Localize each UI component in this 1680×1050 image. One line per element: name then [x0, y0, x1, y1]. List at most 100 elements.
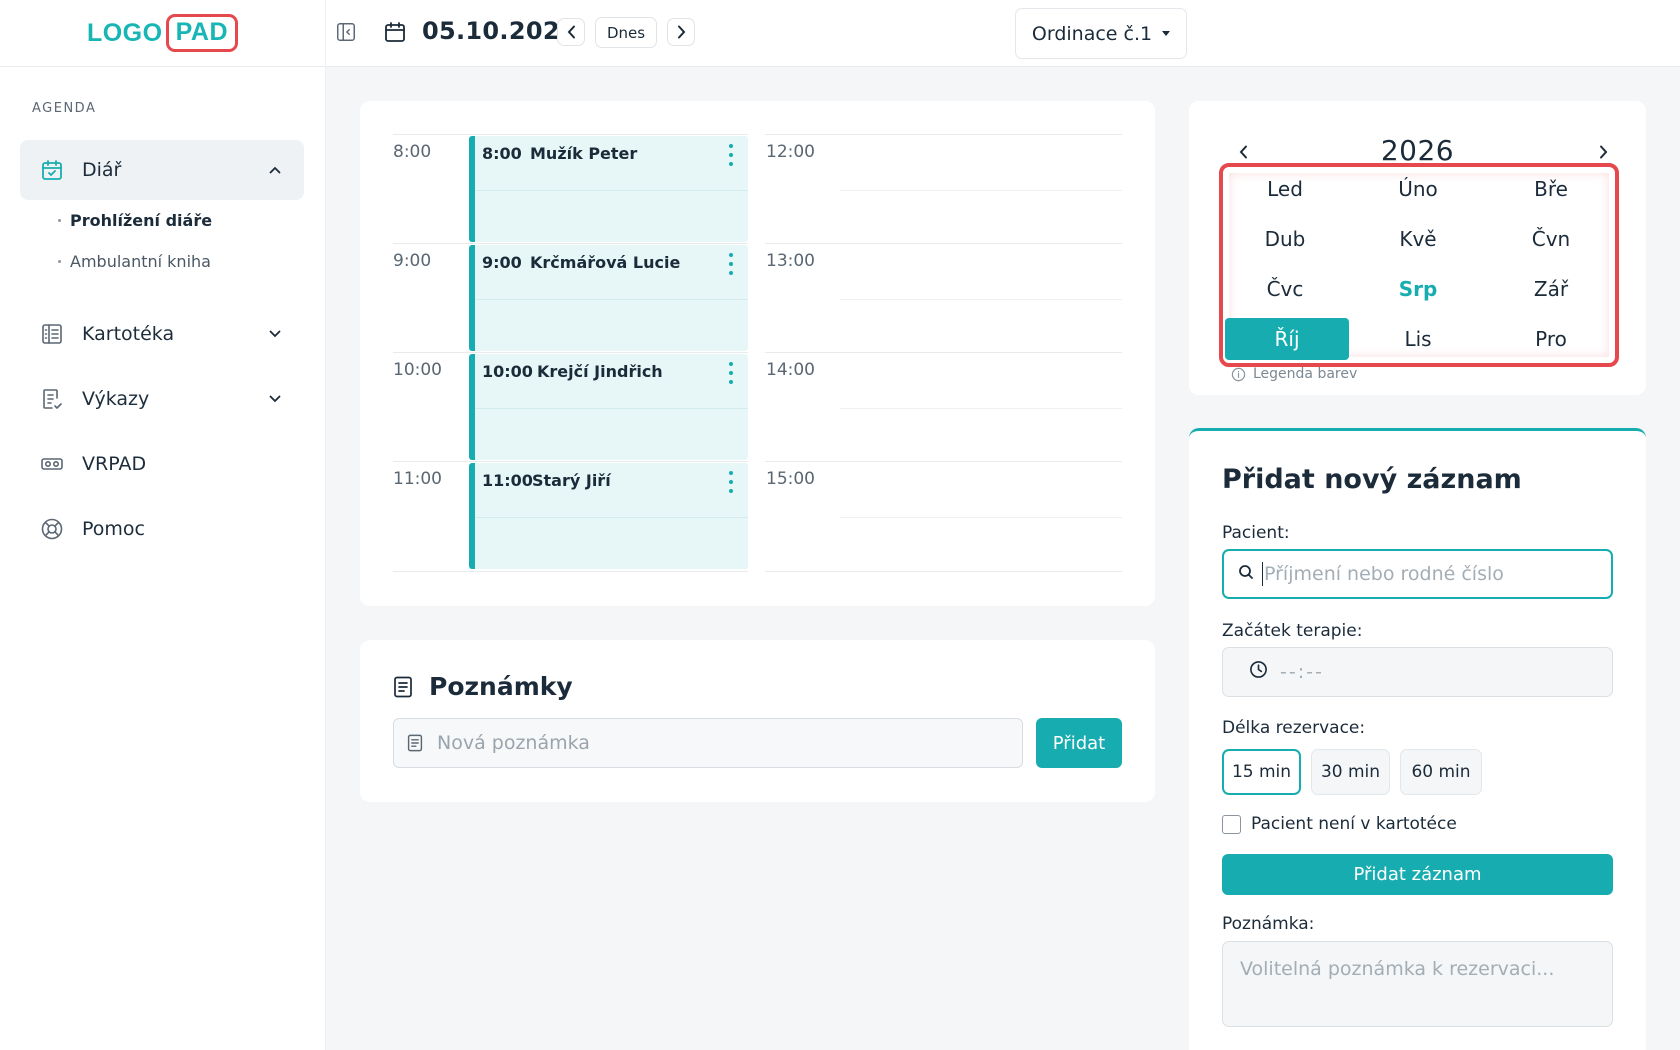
- chevron-down-icon[interactable]: [264, 395, 286, 403]
- vr-headset-icon: [40, 452, 64, 476]
- next-year-button[interactable]: [1593, 141, 1613, 163]
- hour-row[interactable]: 12:00: [765, 134, 1122, 243]
- legend-label: Legenda barev: [1253, 366, 1358, 382]
- calendar-check-icon: [40, 158, 64, 182]
- appointment[interactable]: 9:00 Krčmářová Lucie: [469, 245, 748, 351]
- patient-search-input[interactable]: Příjmení nebo rodné číslo: [1222, 549, 1613, 599]
- chevron-left-icon: [567, 25, 575, 39]
- appointment-time: 8:00: [482, 144, 522, 163]
- hour-label: 10:00: [393, 360, 442, 380]
- hour-label: 11:00: [393, 469, 442, 489]
- notes-title-text: Poznámky: [429, 672, 573, 701]
- document-icon: [407, 734, 425, 752]
- month-cell[interactable]: Čvc: [1223, 268, 1347, 310]
- hour-label: 8:00: [393, 142, 432, 162]
- current-date: 05.10.2026: [422, 17, 577, 45]
- office-select[interactable]: Ordinace č.1: [1015, 8, 1187, 59]
- logo[interactable]: LOGO PAD: [86, 14, 239, 52]
- more-vertical-icon[interactable]: [724, 471, 738, 493]
- schedule-column-morning: 8:00 8:00 Mužík Peter 9:00 9:00 Krčmářov…: [393, 134, 748, 572]
- more-vertical-icon[interactable]: [724, 144, 738, 166]
- clock-icon: [1249, 660, 1268, 684]
- sidebar-collapse-icon[interactable]: [335, 21, 359, 45]
- sidebar-item-kartoteka[interactable]: Kartotéka: [20, 304, 304, 364]
- topbar: 05.10.2026 Dnes Ordinace č.1: [326, 0, 1680, 67]
- month-cell[interactable]: Bře: [1489, 168, 1613, 210]
- not-in-registry-checkbox[interactable]: [1222, 814, 1241, 834]
- chevron-up-icon[interactable]: [264, 166, 286, 174]
- info-icon: [1231, 367, 1246, 382]
- sidebar-item-vykazy[interactable]: Výkazy: [20, 369, 304, 429]
- note-label: Poznámka:: [1222, 914, 1315, 934]
- month-cell[interactable]: Lis: [1356, 318, 1480, 360]
- sidebar-subitem-ambulantni-kniha[interactable]: Ambulantní kniha: [58, 241, 304, 282]
- hour-label: 13:00: [766, 251, 815, 271]
- sidebar: LOGO PAD AGENDA Diář Prohlížení diáře Am…: [0, 0, 326, 1050]
- hour-label: 14:00: [766, 360, 815, 380]
- start-time-input[interactable]: --:--: [1222, 647, 1613, 697]
- appointment-time: 10:00: [482, 362, 533, 381]
- reservation-note-textarea[interactable]: Volitelná poznámka k rezervaci...: [1222, 941, 1613, 1027]
- month-cell-selected[interactable]: Říj: [1225, 318, 1349, 360]
- search-icon: [1238, 564, 1254, 584]
- month-cell[interactable]: Pro: [1489, 318, 1613, 360]
- next-day-button[interactable]: [667, 18, 695, 46]
- sidebar-item-vrpad[interactable]: VRPAD: [20, 434, 304, 494]
- sidebar-item-label: Diář: [82, 159, 122, 181]
- sidebar-subitem-prohlizeni[interactable]: Prohlížení diáře: [58, 200, 304, 241]
- hour-label: 12:00: [766, 142, 815, 162]
- hour-row: 11:00 11:00 Starý Jiří: [393, 461, 748, 570]
- sidebar-item-pomoc[interactable]: Pomoc: [20, 499, 304, 559]
- month-cell[interactable]: Úno: [1356, 168, 1480, 210]
- hour-row: 9:00 9:00 Krčmářová Lucie: [393, 243, 748, 352]
- prev-day-button[interactable]: [557, 18, 585, 46]
- hour-row[interactable]: 13:00: [765, 243, 1122, 352]
- duration-15-button[interactable]: 15 min: [1222, 749, 1301, 795]
- appointment[interactable]: 8:00 Mužík Peter: [469, 136, 748, 242]
- lifebuoy-icon: [40, 517, 64, 541]
- notes-title: Poznámky: [393, 672, 573, 701]
- hour-row: 8:00 8:00 Mužík Peter: [393, 134, 748, 243]
- bullet-dot-icon: [58, 260, 61, 263]
- hour-row[interactable]: 15:00: [765, 461, 1122, 570]
- form-title: Přidat nový záznam: [1222, 464, 1522, 495]
- patient-search-placeholder: Příjmení nebo rodné číslo: [1264, 563, 1504, 585]
- text-cursor: [1262, 562, 1263, 586]
- sidebar-item-label: Pomoc: [82, 518, 145, 540]
- color-legend-link[interactable]: Legenda barev: [1231, 366, 1357, 382]
- sidebar-nav: Diář Prohlížení diáře Ambulantní kniha K…: [20, 140, 304, 559]
- new-note-input[interactable]: Nová poznámka: [393, 718, 1023, 768]
- duration-label: Délka rezervace:: [1222, 718, 1366, 738]
- month-cell[interactable]: Kvě: [1356, 218, 1480, 260]
- chevron-right-icon: [677, 25, 685, 39]
- month-cell[interactable]: Čvn: [1489, 218, 1613, 260]
- logo-text-logo: LOGO: [86, 18, 163, 47]
- month-cell[interactable]: Led: [1223, 168, 1347, 210]
- patient-label: Pacient:: [1222, 523, 1290, 543]
- duration-30-button[interactable]: 30 min: [1311, 749, 1390, 795]
- add-note-button[interactable]: Přidat: [1036, 718, 1122, 768]
- appointment-patient: Krejčí Jindřich: [537, 362, 663, 381]
- more-vertical-icon[interactable]: [724, 253, 738, 275]
- schedule-card: 8:00 8:00 Mužík Peter 9:00 9:00 Krčmářov…: [360, 101, 1155, 606]
- duration-60-button[interactable]: 60 min: [1400, 749, 1482, 795]
- sidebar-item-diar[interactable]: Diář: [20, 140, 304, 200]
- more-vertical-icon[interactable]: [724, 362, 738, 384]
- sidebar-subitem-label: Prohlížení diáře: [70, 211, 213, 230]
- add-record-button[interactable]: Přidat záznam: [1222, 854, 1613, 895]
- sidebar-item-label: VRPAD: [82, 453, 147, 475]
- start-label: Začátek terapie:: [1222, 621, 1363, 641]
- appointment[interactable]: 11:00 Starý Jiří: [469, 463, 748, 569]
- start-time-placeholder: --:--: [1280, 661, 1324, 683]
- appointment-patient: Mužík Peter: [530, 144, 638, 163]
- hour-row[interactable]: 14:00: [765, 352, 1122, 461]
- month-cell[interactable]: Zář: [1489, 268, 1613, 310]
- appointment[interactable]: 10:00 Krejčí Jindřich: [469, 354, 748, 460]
- month-cell-current[interactable]: Srp: [1356, 268, 1480, 310]
- today-button[interactable]: Dnes: [595, 17, 658, 48]
- calendar-icon[interactable]: [383, 20, 409, 46]
- month-cell[interactable]: Dub: [1223, 218, 1347, 260]
- logo-text-pad: PAD: [165, 14, 239, 52]
- chevron-down-icon[interactable]: [264, 330, 286, 338]
- not-in-registry-checkbox-row[interactable]: Pacient není v kartotéce: [1222, 814, 1457, 834]
